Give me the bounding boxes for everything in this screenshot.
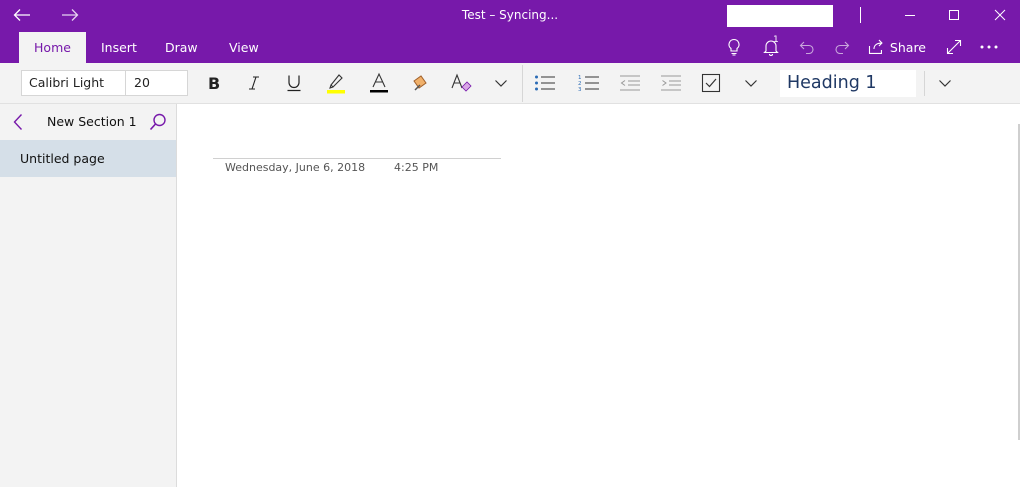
format-painter-icon [413, 75, 427, 91]
bold-icon: B [208, 75, 220, 91]
onenote-window: Test – Syncing... Home Insert Draw View … [0, 0, 1020, 487]
increase-indent-button[interactable] [656, 69, 686, 97]
minimize-button[interactable] [893, 0, 927, 30]
page-item-label: Untitled page [20, 151, 105, 166]
share-button[interactable]: Share [868, 35, 926, 59]
home-toolbar: Calibri Light 20 B 123 Heading 1 [0, 63, 1020, 104]
more-options-button[interactable] [977, 35, 1001, 59]
ribbon-tabs: Home Insert Draw View 1 Share [0, 30, 1020, 63]
bullet-list-icon [535, 75, 555, 91]
highlight-button[interactable] [321, 69, 351, 97]
back-to-sections-button[interactable] [8, 112, 28, 132]
title-bar: Test – Syncing... [0, 0, 1020, 30]
tell-me-button[interactable] [722, 35, 746, 59]
page-date: Wednesday, June 6, 2018 [225, 161, 366, 174]
highlighter-icon [327, 74, 345, 94]
font-name-box[interactable]: Calibri Light [21, 70, 126, 96]
page-time: 4:25 PM [394, 161, 439, 174]
window-title: Test – Syncing... [461, 8, 559, 22]
numbered-list-icon: 123 [578, 75, 599, 92]
chevron-down-icon [495, 80, 507, 87]
account-area[interactable] [727, 5, 833, 27]
italic-icon [249, 76, 259, 90]
outdent-icon [620, 75, 640, 91]
title-divider [860, 7, 861, 23]
format-painter-button[interactable] [406, 69, 436, 97]
font-color-icon [370, 72, 388, 93]
share-label: Share [889, 39, 926, 55]
indent-icon [661, 75, 681, 91]
page-canvas[interactable]: Wednesday, June 6, 2018 4:25 PM [177, 104, 1020, 487]
svg-text:B: B [208, 75, 220, 91]
minimize-icon [905, 15, 915, 16]
bullets-button[interactable] [530, 69, 560, 97]
todo-tag-button[interactable] [696, 69, 726, 97]
lightbulb-icon [728, 38, 740, 56]
tab-view[interactable]: View [215, 32, 273, 63]
page-item[interactable]: Untitled page [0, 140, 176, 177]
undo-button[interactable] [795, 35, 819, 59]
more-font-options-button[interactable] [486, 69, 516, 97]
pages-pane: New Section 1 Untitled page [0, 104, 177, 487]
chevron-down-icon [939, 80, 951, 87]
search-button[interactable] [147, 111, 169, 133]
clear-formatting-icon [451, 73, 472, 92]
style-dropdown-button[interactable] [930, 69, 960, 97]
maximize-icon [949, 10, 959, 20]
section-title: New Section 1 [47, 114, 137, 129]
expand-icon [946, 39, 962, 55]
numbering-button[interactable]: 123 [574, 69, 604, 97]
checkbox-icon [701, 73, 721, 93]
redo-button[interactable] [830, 35, 854, 59]
notifications-button[interactable]: 1 [758, 35, 784, 59]
style-selector[interactable]: Heading 1 [780, 70, 916, 97]
close-button[interactable] [983, 0, 1017, 30]
bold-button[interactable]: B [199, 69, 229, 97]
back-arrow-icon [13, 9, 30, 21]
full-screen-button[interactable] [942, 35, 966, 59]
underline-icon [287, 75, 301, 92]
page-title-input[interactable] [213, 158, 501, 159]
tab-home[interactable]: Home [19, 32, 86, 63]
svg-text:3: 3 [578, 87, 582, 92]
redo-icon [835, 41, 850, 54]
search-icon [149, 113, 166, 131]
font-size-box[interactable]: 20 [125, 70, 188, 96]
chevron-down-icon [745, 80, 757, 87]
font-color-button[interactable] [364, 69, 394, 97]
chevron-left-icon [13, 114, 23, 130]
decrease-indent-button[interactable] [615, 69, 645, 97]
back-button[interactable] [8, 0, 36, 30]
close-icon [994, 9, 1006, 21]
forward-arrow-icon [62, 9, 79, 21]
forward-button[interactable] [56, 0, 84, 30]
section-header: New Section 1 [0, 104, 176, 140]
italic-button[interactable] [239, 69, 269, 97]
maximize-button[interactable] [937, 0, 971, 30]
style-divider [924, 71, 925, 96]
underline-button[interactable] [279, 69, 309, 97]
more-paragraph-options-button[interactable] [736, 69, 766, 97]
toolbar-divider [522, 65, 523, 102]
tab-insert[interactable]: Insert [87, 32, 151, 63]
more-icon [980, 45, 998, 49]
notification-badge: 1 [773, 35, 779, 45]
share-icon [868, 39, 883, 55]
tab-draw[interactable]: Draw [151, 32, 212, 63]
undo-icon [799, 41, 814, 54]
clear-formatting-button[interactable] [446, 69, 476, 97]
